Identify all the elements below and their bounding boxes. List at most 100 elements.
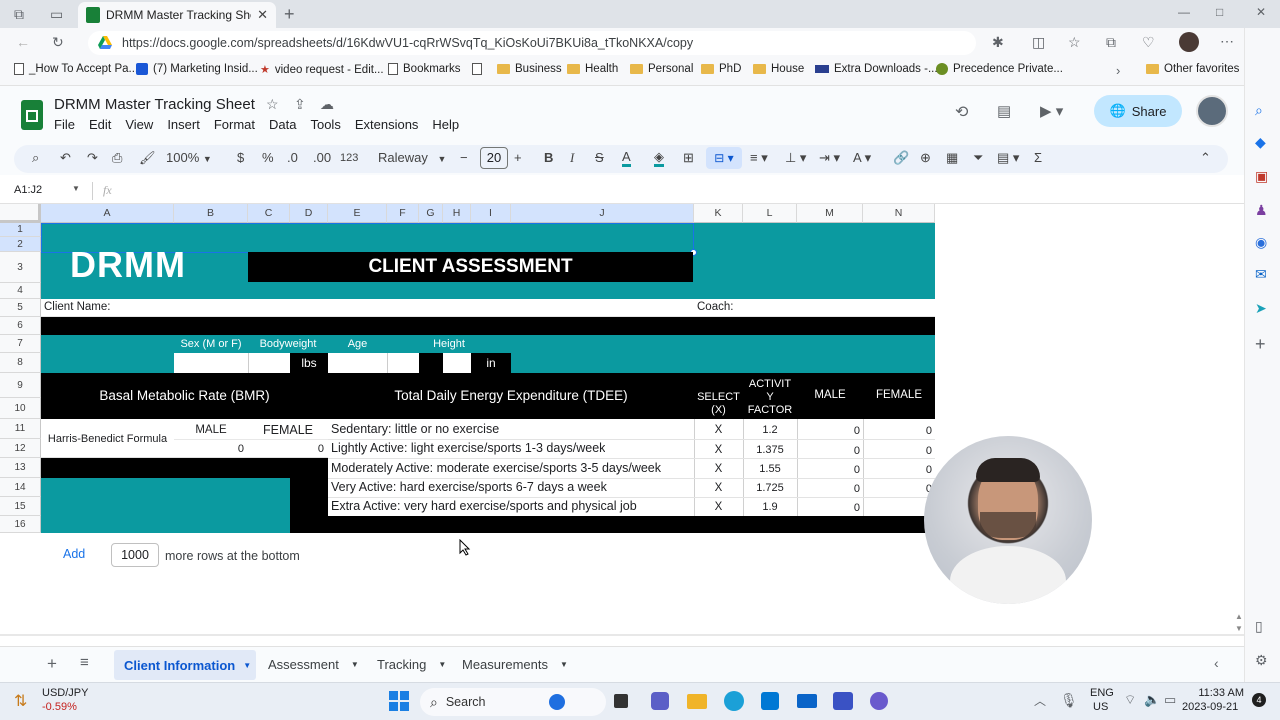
row-header[interactable]: 13 [0, 458, 41, 478]
add-rows-count-input[interactable]: 1000 [111, 543, 159, 567]
client-name-input[interactable] [174, 299, 694, 317]
bookmark-folder[interactable]: Personal [630, 63, 693, 75]
column-header-f[interactable]: F [387, 204, 419, 223]
store-icon[interactable] [761, 692, 779, 710]
scroll-down-icon[interactable]: ▼ [1235, 624, 1243, 633]
redo-icon[interactable]: ↷ [87, 150, 98, 166]
tab-tracking[interactable]: Tracking ▼ [377, 657, 446, 672]
browser-tab-active[interactable]: DRMM Master Tracking Sheet - G ✕ [78, 2, 276, 28]
ticker-label[interactable]: USD/JPY [42, 687, 88, 699]
column-header-h[interactable]: H [443, 204, 471, 223]
bodyweight-input[interactable] [248, 353, 290, 373]
merge-cells-icon[interactable]: ⊟ ▾ [706, 147, 742, 169]
search-sidebar-icon[interactable]: ⌕ [1255, 102, 1263, 119]
scroll-up-icon[interactable]: ▲ [1235, 612, 1243, 621]
chevron-down-icon[interactable]: ▼ [72, 184, 80, 193]
row-header[interactable]: 11 [0, 419, 41, 439]
strikethrough-icon[interactable]: S [595, 150, 604, 165]
tab-actions-icon[interactable]: ▭ [50, 6, 63, 23]
row-header[interactable]: 3 [0, 252, 41, 283]
add-sidebar-icon[interactable]: + [1255, 334, 1266, 355]
discover-icon[interactable]: ◆ [1255, 134, 1266, 151]
history-icon[interactable]: ⟲ [955, 102, 968, 122]
bookmark-folder[interactable]: Health [567, 63, 618, 75]
name-box[interactable]: A1:J2 [14, 184, 42, 196]
row-header[interactable]: 14 [0, 478, 41, 497]
bookmark-item[interactable]: _How To Accept Pa... [14, 63, 138, 75]
column-header-l[interactable]: L [743, 204, 797, 223]
close-tab-icon[interactable]: ✕ [257, 7, 268, 23]
performance-icon[interactable]: ♡ [1142, 34, 1155, 51]
tab-assessment[interactable]: Assessment ▼ [268, 657, 359, 672]
split-screen-icon[interactable]: ◫ [1032, 34, 1045, 51]
print-icon[interactable]: ⎙ [112, 150, 122, 166]
tab-measurements[interactable]: Measurements ▼ [462, 657, 568, 672]
new-tab-icon[interactable]: + [284, 4, 295, 25]
bookmark-item[interactable]: ★ video request - Edit... [260, 63, 384, 77]
stocks-widget-icon[interactable]: ⇅ [14, 691, 27, 711]
paint-format-icon[interactable]: 🖌 [139, 150, 156, 166]
games-icon[interactable]: ♟ [1255, 202, 1268, 219]
decrease-decimal-button[interactable]: .0 [287, 150, 298, 165]
chevron-up-icon[interactable]: ︿ [1034, 692, 1046, 709]
bookmark-item[interactable] [472, 63, 482, 75]
comments-icon[interactable]: ▤ [997, 102, 1011, 120]
column-header-c[interactable]: C [248, 204, 290, 223]
column-header-a[interactable]: A [41, 204, 174, 223]
collections-icon[interactable]: ⧉ [1106, 34, 1116, 51]
add-rows-button[interactable]: Add [63, 547, 85, 561]
favorites-star-icon[interactable]: ☆ [1068, 34, 1081, 51]
bookmark-item[interactable]: Bookmarks [388, 63, 461, 75]
menu-tools[interactable]: Tools [310, 117, 340, 132]
undo-icon[interactable]: ↶ [60, 150, 71, 166]
increase-decimal-button[interactable]: .00 [313, 150, 331, 165]
url-field[interactable]: https://docs.google.com/spreadsheets/d/1… [88, 31, 976, 55]
minimize-icon[interactable]: — [1178, 5, 1190, 19]
star-icon[interactable]: ☆ [266, 96, 279, 113]
height-feet-input[interactable] [387, 353, 419, 373]
activity-select[interactable]: X [694, 482, 743, 494]
back-icon[interactable]: ← [16, 34, 30, 50]
teams-icon[interactable] [651, 692, 669, 710]
activity-select[interactable]: X [694, 424, 743, 436]
sex-input[interactable] [174, 353, 248, 373]
bmr-male-value[interactable]: 0 [174, 443, 244, 455]
insert-link-icon[interactable]: 🔗 [893, 150, 909, 166]
column-header-d[interactable]: D [290, 204, 328, 223]
activity-select[interactable]: X [694, 463, 743, 475]
task-view-icon[interactable] [614, 694, 628, 708]
font-select[interactable]: Raleway ▼ [378, 150, 446, 165]
row-header[interactable]: 9 [0, 373, 41, 398]
account-avatar[interactable] [1196, 95, 1228, 127]
menu-insert[interactable]: Insert [167, 117, 200, 132]
bookmark-folder[interactable]: House [753, 63, 804, 75]
insert-chart-icon[interactable]: ▦ [946, 150, 958, 166]
outlook-icon[interactable]: ✉ [1255, 266, 1267, 283]
extensions-icon[interactable]: ✱ [992, 34, 1004, 51]
text-rotation-icon[interactable]: A ▾ [853, 150, 871, 166]
menu-data[interactable]: Data [269, 117, 296, 132]
tab-client-information[interactable]: Client Information ▼ [114, 650, 256, 680]
doc-title[interactable]: DRMM Master Tracking Sheet [54, 96, 255, 113]
menu-view[interactable]: View [125, 117, 153, 132]
settings-icon[interactable]: ⚙ [1255, 652, 1268, 669]
more-menu-icon[interactable]: ⋯ [1220, 33, 1234, 50]
column-header-e[interactable]: E [328, 204, 387, 223]
row-header[interactable]: 1 [0, 223, 41, 237]
battery-icon[interactable]: ▭ [1164, 692, 1176, 708]
search-menus-icon[interactable]: ⌕ [32, 150, 39, 166]
column-header-m[interactable]: M [797, 204, 863, 223]
collapse-menus-icon[interactable]: ⌃ [1200, 150, 1211, 166]
workspaces-icon[interactable]: ⧉ [14, 6, 24, 23]
app-icon[interactable] [833, 692, 853, 710]
copilot-app-icon[interactable] [870, 692, 888, 710]
borders-icon[interactable]: ⊞ [683, 150, 694, 166]
select-all-corner[interactable] [0, 204, 41, 223]
percent-format-button[interactable]: % [262, 150, 274, 165]
drop-icon[interactable]: ➤ [1255, 300, 1267, 317]
sidebar-layout-icon[interactable]: ▯ [1255, 618, 1263, 635]
row-header[interactable]: 6 [0, 317, 41, 335]
column-header-j[interactable]: J [511, 204, 694, 223]
currency-format-button[interactable]: $ [237, 150, 244, 165]
italic-icon[interactable]: I [570, 150, 574, 166]
